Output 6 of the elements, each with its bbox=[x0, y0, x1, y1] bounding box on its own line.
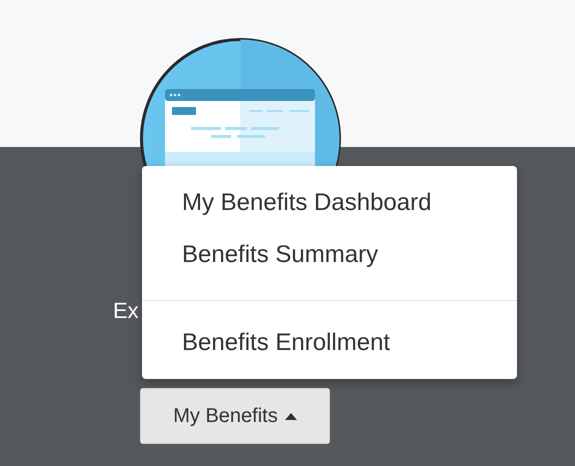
menu-item[interactable]: Benefits Enrollment bbox=[182, 317, 477, 369]
caret-up-icon bbox=[284, 412, 297, 420]
menu-item[interactable]: My Benefits Dashboard bbox=[182, 177, 477, 229]
dropdown-button[interactable]: My Benefits bbox=[140, 388, 330, 444]
background-text: Ex bbox=[113, 300, 139, 322]
menu-item[interactable]: Benefits Summary bbox=[182, 229, 477, 281]
